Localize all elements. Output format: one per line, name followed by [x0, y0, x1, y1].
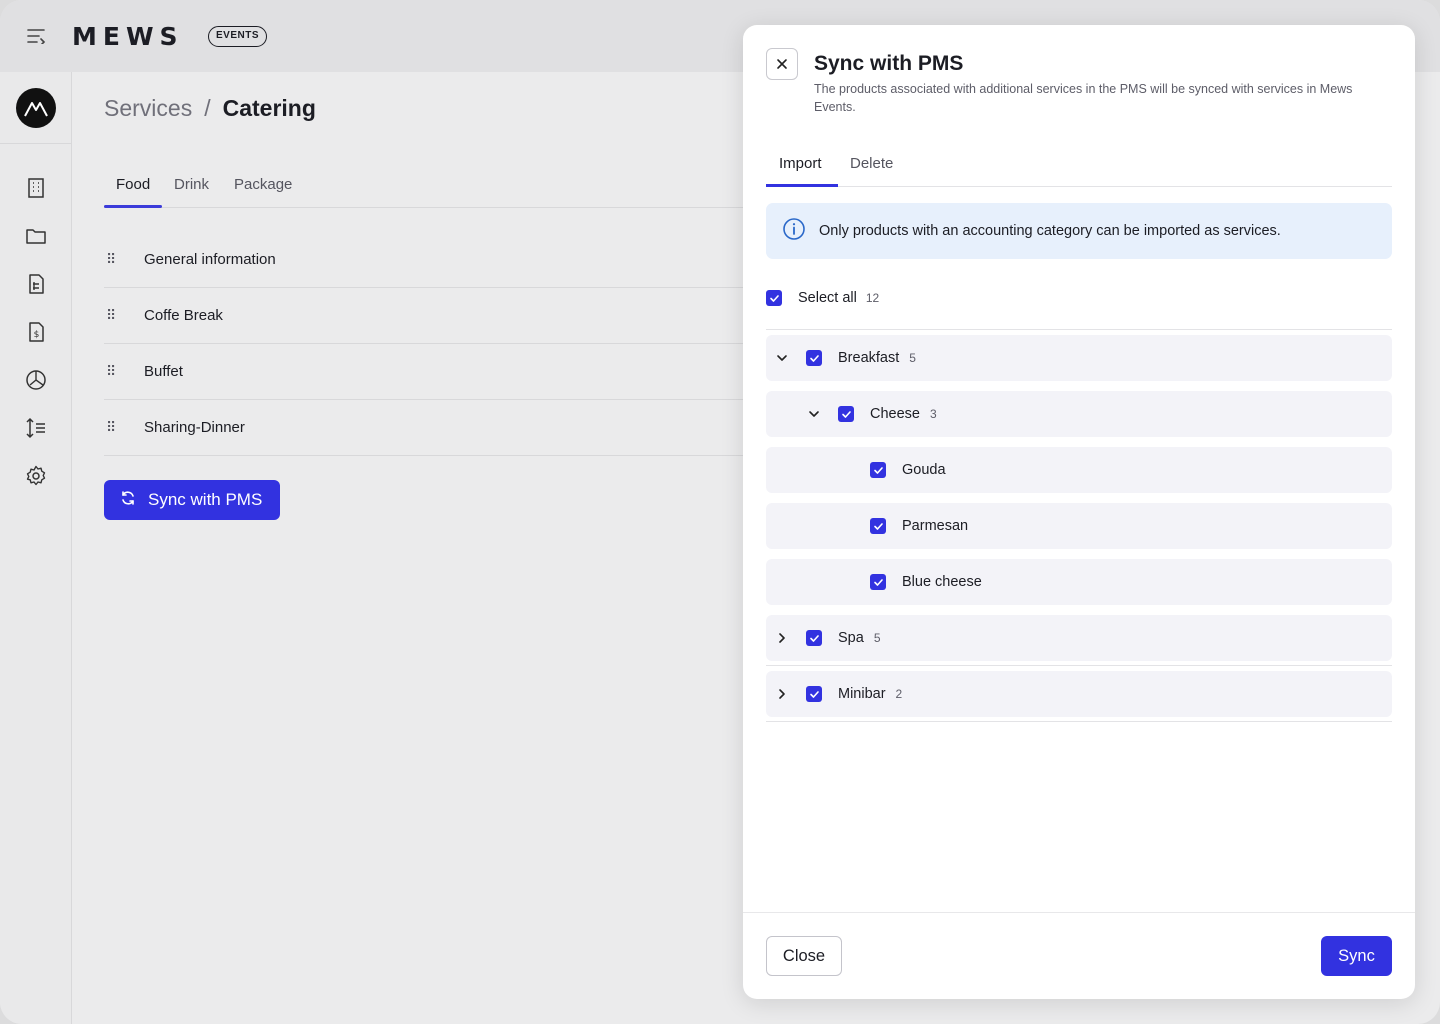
info-text: Only products with an accounting categor…	[819, 223, 1281, 239]
close-button[interactable]: Close	[766, 936, 842, 976]
tab-food[interactable]: Food	[116, 176, 150, 193]
tree-label: Cheese	[870, 406, 920, 422]
panel-description: The products associated with additional …	[814, 82, 1353, 114]
tree-count: 3	[929, 407, 937, 421]
active-tab-indicator	[766, 184, 838, 187]
divider	[766, 665, 1392, 666]
service-row[interactable]: ⠿ Buffet	[104, 344, 744, 400]
blue-cheese-checkbox[interactable]	[870, 574, 886, 590]
tree-label: Breakfast	[838, 350, 900, 366]
tree-label: Blue cheese	[902, 574, 982, 590]
logo: MEWS	[72, 22, 184, 51]
menu-icon[interactable]	[24, 24, 48, 48]
service-label: Coffe Break	[144, 307, 223, 324]
sync-icon	[120, 490, 136, 511]
divider	[766, 329, 1392, 330]
tree-row-minibar[interactable]: Minibar 2	[766, 671, 1392, 717]
service-label: Sharing-Dinner	[144, 419, 245, 436]
drag-handle-icon[interactable]: ⠿	[104, 307, 144, 324]
sync-with-pms-button[interactable]: Sync with PMS	[104, 480, 280, 520]
sync-panel: Sync with PMS The products associated wi…	[743, 25, 1415, 999]
select-all-checkbox[interactable]	[766, 290, 782, 306]
folder-icon[interactable]	[24, 224, 48, 248]
service-label: Buffet	[144, 363, 183, 380]
select-all-count: 12	[865, 291, 880, 305]
parmesan-checkbox[interactable]	[870, 518, 886, 534]
tree-row-spa[interactable]: Spa 5	[766, 615, 1392, 661]
document-list-icon[interactable]	[24, 272, 48, 296]
tree-row-parmesan[interactable]: Parmesan	[766, 503, 1392, 549]
cheese-checkbox[interactable]	[838, 406, 854, 422]
sync-with-pms-label: Sync with PMS	[148, 490, 263, 509]
breadcrumb-parent[interactable]: Services	[104, 95, 192, 121]
drag-handle-icon[interactable]: ⠿	[104, 363, 144, 380]
avatar[interactable]	[16, 88, 56, 128]
tab-drink[interactable]: Drink	[174, 176, 209, 193]
divider	[766, 721, 1392, 722]
close-icon[interactable]	[766, 48, 798, 80]
gouda-checkbox[interactable]	[870, 462, 886, 478]
tab-import[interactable]: Import	[779, 155, 822, 172]
panel-tabs: Import Delete	[766, 150, 1392, 187]
building-icon[interactable]	[24, 176, 48, 200]
chevron-down-icon[interactable]	[774, 350, 790, 366]
chevron-down-icon[interactable]	[806, 406, 822, 422]
drag-handle-icon[interactable]: ⠿	[104, 251, 144, 268]
tree-row-blue-cheese[interactable]: Blue cheese	[766, 559, 1392, 605]
select-all-label: Select all	[798, 290, 857, 306]
service-label: General information	[144, 251, 276, 268]
info-icon	[782, 217, 806, 245]
page-title: Catering	[222, 95, 316, 121]
service-row[interactable]: ⠿ Coffe Break	[104, 288, 744, 344]
tree-row-cheese[interactable]: Cheese 3	[766, 391, 1392, 437]
tree-label: Parmesan	[902, 518, 969, 534]
service-row[interactable]: ⠿ General information	[104, 232, 744, 288]
service-tabs: Food Drink Package	[104, 170, 744, 208]
tree-row-breakfast[interactable]: Breakfast 5	[766, 335, 1392, 381]
sidebar: $	[0, 72, 72, 1024]
panel-title: Sync with PMS	[814, 52, 964, 75]
chevron-right-icon[interactable]	[774, 686, 790, 702]
spa-checkbox[interactable]	[806, 630, 822, 646]
sort-list-icon[interactable]	[24, 416, 48, 440]
active-tab-indicator	[104, 205, 162, 208]
tree-count: 5	[909, 351, 916, 365]
breadcrumb: Services / Catering	[104, 95, 316, 122]
breakfast-checkbox[interactable]	[806, 350, 822, 366]
footer-divider	[743, 912, 1415, 913]
sync-button[interactable]: Sync	[1321, 936, 1392, 976]
tree-label: Gouda	[902, 462, 946, 478]
tree-count: 5	[873, 631, 881, 645]
logo-badge: EVENTS	[208, 26, 268, 47]
service-row[interactable]: ⠿ Sharing-Dinner	[104, 400, 744, 456]
minibar-checkbox[interactable]	[806, 686, 822, 702]
tree-row-gouda[interactable]: Gouda	[766, 447, 1392, 493]
sidebar-divider	[0, 143, 72, 144]
app-window: MEWS EVENTS $ Services / Catering Food D…	[0, 0, 1440, 1024]
info-banner: Only products with an accounting categor…	[766, 203, 1392, 259]
tree-label: Minibar	[838, 686, 886, 702]
select-all[interactable]: Select all 12	[766, 290, 879, 306]
tab-package[interactable]: Package	[234, 176, 292, 193]
breadcrumb-separator: /	[204, 95, 211, 121]
tab-delete[interactable]: Delete	[850, 155, 893, 172]
tree-count: 2	[895, 687, 903, 701]
drag-handle-icon[interactable]: ⠿	[104, 419, 144, 436]
pie-chart-icon[interactable]	[24, 368, 48, 392]
gear-icon[interactable]	[24, 464, 48, 488]
invoice-icon[interactable]: $	[24, 320, 48, 344]
chevron-right-icon[interactable]	[774, 630, 790, 646]
svg-text:$: $	[34, 330, 40, 340]
tree-label: Spa	[838, 630, 864, 646]
